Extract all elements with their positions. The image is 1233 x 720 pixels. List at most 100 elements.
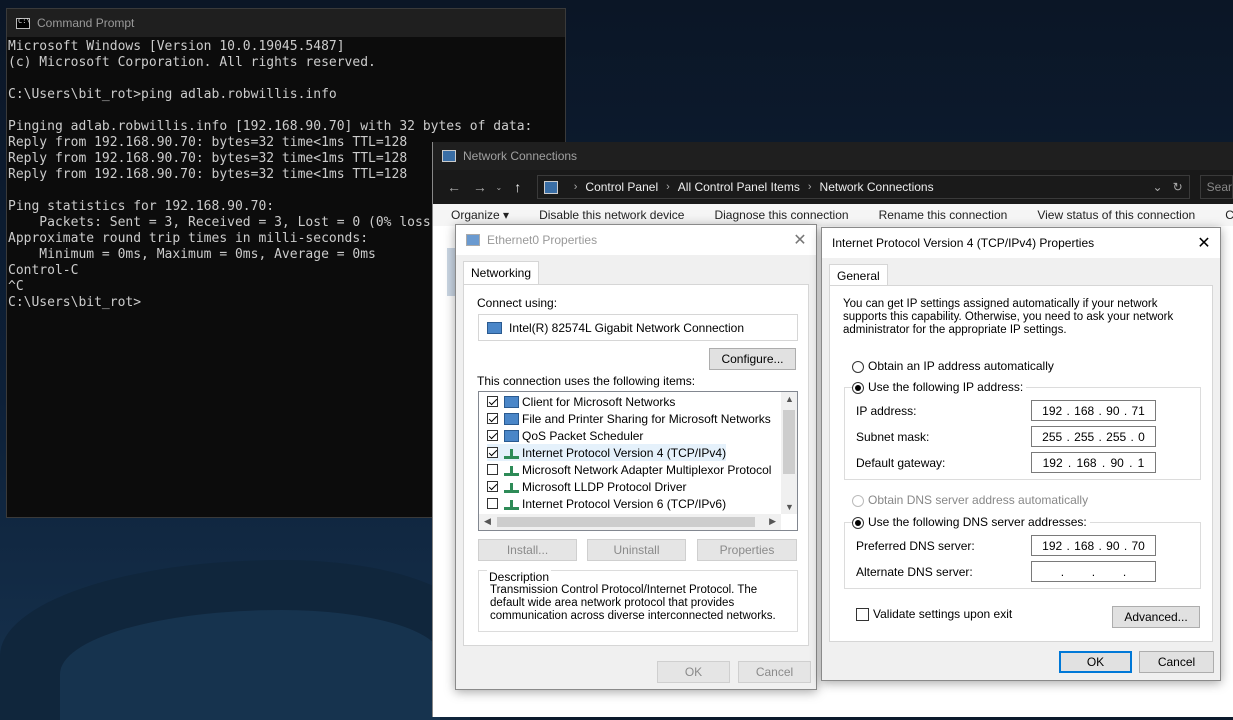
close-icon[interactable]: ✕ [1188,233,1220,253]
networking-tab-panel: Connect using: Intel(R) 82574L Gigabit N… [463,284,809,646]
protocol-icon [504,498,519,510]
view-status-command[interactable]: View status of this connection [1037,208,1195,222]
component-list-item[interactable]: Microsoft LLDP Protocol Driver [487,478,687,495]
octet-separator: . [1129,455,1133,470]
octet-separator: . [1091,564,1096,579]
dialog-title-bar[interactable]: Internet Protocol Version 4 (TCP/IPv4) P… [822,228,1220,258]
obtain-dns-auto-radio[interactable]: Obtain DNS server address automatically [852,493,1088,507]
tab-general[interactable]: General [829,264,888,287]
more-command[interactable]: C [1225,208,1233,222]
component-label: Microsoft Network Adapter Multiplexor Pr… [522,462,772,477]
dialog-title-bar[interactable]: Ethernet0 Properties ✕ [456,225,816,255]
octet-separator: . [1122,564,1127,579]
component-list-item[interactable]: File and Printer Sharing for Microsoft N… [487,410,771,427]
checkbox-icon[interactable] [487,481,498,492]
horizontal-scrollbar[interactable]: ◀ ▶ [479,514,781,530]
client-icon [504,429,519,442]
ip-octet: 71 [1131,403,1145,418]
disable-device-command[interactable]: Disable this network device [539,208,684,222]
connect-using-label: Connect using: [477,296,558,310]
component-list-item[interactable]: Microsoft Network Adapter Multiplexor Pr… [487,461,771,478]
up-arrow-icon[interactable]: ↑ [505,179,531,195]
configure-button[interactable]: Configure... [709,348,796,370]
checkbox-icon[interactable] [487,396,498,407]
uninstall-button[interactable]: Uninstall [587,539,686,561]
octet-separator: . [1101,455,1106,470]
breadcrumb-control-panel[interactable]: Control Panel [585,180,658,194]
checkbox-icon[interactable] [487,430,498,441]
component-list-item[interactable]: QoS Packet Scheduler [487,427,643,444]
components-list[interactable]: Client for Microsoft Networks File and Pr… [478,391,798,531]
forward-arrow-icon[interactable]: → [467,179,493,195]
ip-octet: 192 [1042,455,1063,470]
ok-button[interactable]: OK [657,661,730,683]
advanced-button[interactable]: Advanced... [1112,606,1200,628]
breadcrumb-chevron-icon[interactable]: › [666,181,670,193]
tab-networking[interactable]: Networking [463,261,540,284]
breadcrumb-chevron-icon[interactable]: › [808,181,812,193]
address-dropdown-icon[interactable]: ⌄ [1153,180,1163,194]
ip-octet: 255 [1106,429,1127,444]
ok-button[interactable]: OK [1059,651,1132,673]
cmd-app-icon [16,17,31,29]
recent-dropdown-icon[interactable]: ⌄ [493,183,505,192]
ipv4-properties-dialog[interactable]: Internet Protocol Version 4 (TCP/IPv4) P… [821,227,1221,681]
radio-icon [852,516,864,529]
address-bar[interactable]: › Control Panel › All Control Panel Item… [536,175,1190,199]
default-gateway-field[interactable]: 192. 168. 90. 1 [1031,452,1156,473]
scroll-right-icon[interactable]: ▶ [769,516,776,527]
explorer-title-bar[interactable]: Network Connections [433,142,1233,170]
checkbox-icon[interactable] [487,413,498,424]
dialog-title: Internet Protocol Version 4 (TCP/IPv4) P… [832,236,1095,250]
component-label: File and Printer Sharing for Microsoft N… [522,411,771,426]
ethernet-properties-dialog[interactable]: Ethernet0 Properties ✕ Networking Connec… [455,224,817,690]
protocol-icon [504,447,519,459]
properties-button[interactable]: Properties [697,539,797,561]
control-panel-icon [543,180,558,194]
diagnose-command[interactable]: Diagnose this connection [714,208,848,222]
ip-address-label: IP address: [856,404,917,418]
cancel-button[interactable]: Cancel [1139,651,1214,673]
use-following-ip-radio[interactable]: Use the following IP address: [852,380,1027,394]
search-input[interactable]: Sear [1199,175,1233,199]
scrollbar-thumb[interactable] [497,517,755,527]
explorer-title: Network Connections [463,149,578,163]
component-list-item[interactable]: Client for Microsoft Networks [487,393,675,410]
scroll-left-icon[interactable]: ◀ [484,516,491,527]
description-text: Transmission Control Protocol/Internet P… [490,584,776,622]
breadcrumb-all-items[interactable]: All Control Panel Items [678,180,800,194]
breadcrumb-chevron-icon[interactable]: › [574,181,578,193]
ip-address-field[interactable]: 192. 168. 90. 71 [1031,400,1156,421]
back-arrow-icon[interactable]: ← [441,179,467,195]
scrollbar-thumb[interactable] [783,410,795,474]
validate-settings-checkbox[interactable]: Validate settings upon exit [856,607,1012,622]
octet-separator: . [1098,403,1102,418]
preferred-dns-field[interactable]: 192. 168. 90. 70 [1031,535,1156,556]
protocol-icon [504,481,519,493]
checkbox-icon[interactable] [487,447,498,458]
cancel-button[interactable]: Cancel [738,661,811,683]
cmd-title-bar[interactable]: Command Prompt [7,9,565,37]
checkbox-icon[interactable] [487,464,498,475]
vertical-scrollbar[interactable]: ▲ ▼ [781,392,797,514]
scroll-down-icon[interactable]: ▼ [785,502,794,512]
breadcrumb-network-connections[interactable]: Network Connections [820,180,934,194]
checkbox-icon[interactable] [487,498,498,509]
refresh-icon[interactable]: ↻ [1173,180,1183,194]
obtain-ip-auto-radio[interactable]: Obtain an IP address automatically [852,359,1054,373]
octet-separator: . [1066,429,1070,444]
close-icon[interactable]: ✕ [784,230,816,250]
alternate-dns-field[interactable]: ... [1031,561,1156,582]
ip-octet: 255 [1042,429,1063,444]
scroll-up-icon[interactable]: ▲ [785,394,794,404]
client-icon [504,412,519,425]
rename-command[interactable]: Rename this connection [879,208,1008,222]
component-list-item[interactable]: Internet Protocol Version 6 (TCP/IPv6) [487,495,726,512]
component-list-item[interactable]: Internet Protocol Version 4 (TCP/IPv4) [487,444,727,461]
organize-menu[interactable]: Organize ▾ [451,208,509,222]
network-folder-icon [442,150,456,162]
use-following-dns-radio[interactable]: Use the following DNS server addresses: [852,515,1090,529]
install-button[interactable]: Install... [478,539,577,561]
subnet-mask-field[interactable]: 255. 255. 255. 0 [1031,426,1156,447]
items-label: This connection uses the following items… [477,374,696,388]
